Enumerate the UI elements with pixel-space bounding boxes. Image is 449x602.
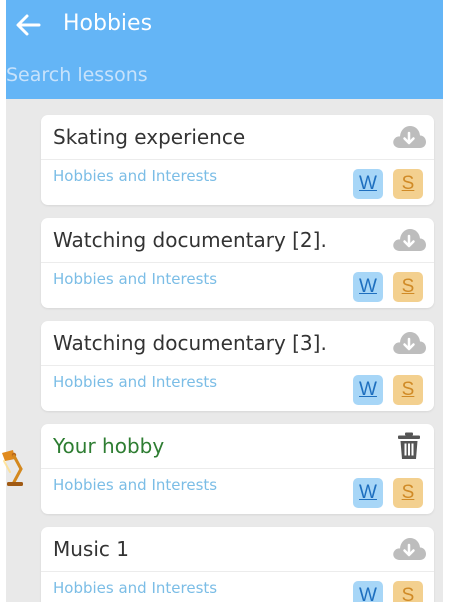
cloud-download-icon bbox=[393, 229, 426, 251]
w-badge-button[interactable]: W bbox=[353, 169, 383, 199]
card-divider bbox=[41, 571, 434, 572]
download-button[interactable] bbox=[390, 122, 428, 152]
lesson-title: Watching documentary [2]. bbox=[53, 228, 327, 252]
desk-lamp-icon bbox=[2, 450, 23, 486]
page-title: Hobbies bbox=[63, 11, 153, 36]
s-badge-button[interactable]: S bbox=[393, 272, 423, 302]
trash-icon bbox=[398, 432, 420, 459]
cloud-download-icon bbox=[393, 332, 426, 354]
lesson-card[interactable]: Your hobby Hobbies and Interests W S bbox=[41, 424, 434, 514]
download-button[interactable] bbox=[390, 225, 428, 255]
lesson-card[interactable]: Skating experience Hobbies and Interests… bbox=[41, 115, 434, 205]
lesson-card[interactable]: Music 1 Hobbies and Interests W S bbox=[41, 527, 434, 602]
back-button[interactable] bbox=[8, 6, 48, 44]
cloud-download-icon bbox=[393, 126, 426, 148]
lesson-title: Your hobby bbox=[53, 434, 165, 458]
w-badge-button[interactable]: W bbox=[353, 581, 383, 602]
s-badge-button[interactable]: S bbox=[393, 375, 423, 405]
w-badge-button[interactable]: W bbox=[353, 478, 383, 508]
card-divider bbox=[41, 159, 434, 160]
app-screen: Hobbies Skating experience Hobbies and I… bbox=[6, 0, 443, 602]
card-divider bbox=[41, 365, 434, 366]
w-badge-button[interactable]: W bbox=[353, 375, 383, 405]
lesson-title: Watching documentary [3]. bbox=[53, 331, 327, 355]
card-divider bbox=[41, 262, 434, 263]
s-badge-button[interactable]: S bbox=[393, 169, 423, 199]
s-badge-button[interactable]: S bbox=[393, 581, 423, 602]
s-badge-button[interactable]: S bbox=[393, 478, 423, 508]
lesson-category: Hobbies and Interests bbox=[53, 167, 218, 185]
app-header: Hobbies bbox=[6, 0, 443, 99]
card-divider bbox=[41, 468, 434, 469]
lesson-title: Skating experience bbox=[53, 125, 246, 149]
lesson-card[interactable]: Watching documentary [2]. Hobbies and In… bbox=[41, 218, 434, 308]
lesson-card[interactable]: Watching documentary [3]. Hobbies and In… bbox=[41, 321, 434, 411]
cloud-download-icon bbox=[393, 538, 426, 560]
arrow-left-icon bbox=[16, 14, 41, 36]
delete-button[interactable] bbox=[390, 431, 428, 461]
lesson-category: Hobbies and Interests bbox=[53, 373, 218, 391]
lesson-category: Hobbies and Interests bbox=[53, 579, 218, 597]
lesson-category: Hobbies and Interests bbox=[53, 476, 218, 494]
download-button[interactable] bbox=[390, 328, 428, 358]
w-badge-button[interactable]: W bbox=[353, 272, 383, 302]
search-input[interactable] bbox=[6, 60, 426, 90]
download-button[interactable] bbox=[390, 534, 428, 564]
lesson-category: Hobbies and Interests bbox=[53, 270, 218, 288]
lesson-title: Music 1 bbox=[53, 537, 129, 561]
